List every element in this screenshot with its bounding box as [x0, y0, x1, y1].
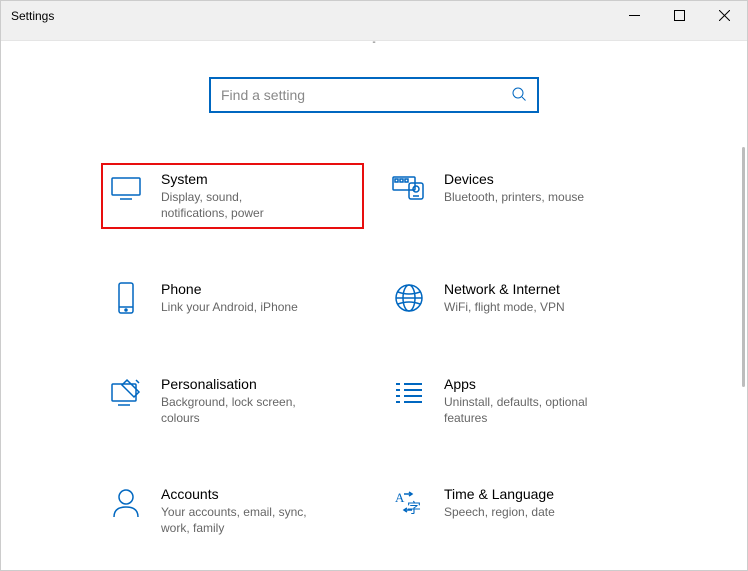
tile-accounts[interactable]: Accounts Your accounts, email, sync, wor… [101, 478, 364, 544]
vertical-scrollbar[interactable] [741, 147, 747, 566]
minimize-icon [629, 10, 640, 21]
search-input[interactable] [221, 87, 511, 103]
tile-title: Devices [444, 171, 639, 187]
accounts-icon [109, 486, 143, 520]
tile-network[interactable]: Network & Internet WiFi, flight mode, VP… [384, 273, 647, 323]
time-language-icon: A字 [392, 486, 426, 520]
tile-title: Phone [161, 281, 356, 297]
svg-text:字: 字 [407, 501, 421, 517]
tile-time-language[interactable]: A字 Time & Language Speech, region, date [384, 478, 647, 544]
tile-desc: Background, lock screen, colours [161, 394, 311, 426]
maximize-button[interactable] [657, 1, 702, 29]
tile-desc: Uninstall, defaults, optional features [444, 394, 594, 426]
window-controls [612, 1, 747, 29]
tile-desc: Link your Android, iPhone [161, 299, 311, 315]
tile-desc: Display, sound, notifications, power [161, 189, 311, 221]
tile-personalisation[interactable]: Personalisation Background, lock screen,… [101, 368, 364, 434]
close-button[interactable] [702, 1, 747, 29]
window-title: Settings [11, 7, 54, 23]
apps-icon [392, 376, 426, 410]
tile-title: System [161, 171, 356, 187]
settings-grid: System Display, sound, notifications, po… [101, 163, 647, 544]
search-icon [511, 86, 527, 105]
tile-title: Time & Language [444, 486, 639, 502]
devices-icon [392, 171, 426, 205]
tile-title: Personalisation [161, 376, 356, 392]
minimize-button[interactable] [612, 1, 657, 29]
maximize-icon [674, 10, 685, 21]
svg-text:A: A [395, 490, 405, 505]
tile-devices[interactable]: Devices Bluetooth, printers, mouse [384, 163, 647, 229]
tile-phone[interactable]: Phone Link your Android, iPhone [101, 273, 364, 323]
tile-desc: Bluetooth, printers, mouse [444, 189, 594, 205]
search-box[interactable] [209, 77, 539, 113]
tile-title: Accounts [161, 486, 356, 502]
close-icon [719, 10, 730, 21]
scrollbar-thumb[interactable] [742, 147, 745, 387]
personalisation-icon [109, 376, 143, 410]
system-icon [109, 171, 143, 205]
titlebar: Settings [1, 1, 747, 41]
tile-apps[interactable]: Apps Uninstall, defaults, optional featu… [384, 368, 647, 434]
tile-desc: Your accounts, email, sync, work, family [161, 504, 311, 536]
network-icon [392, 281, 426, 315]
tile-desc: WiFi, flight mode, VPN [444, 299, 594, 315]
search-container [41, 77, 707, 113]
content-area: - System Display, sound, notifications, … [1, 37, 747, 566]
tile-desc: Speech, region, date [444, 504, 594, 520]
phone-icon [109, 281, 143, 315]
tile-system[interactable]: System Display, sound, notifications, po… [101, 163, 364, 229]
tile-title: Apps [444, 376, 639, 392]
tile-title: Network & Internet [444, 281, 639, 297]
